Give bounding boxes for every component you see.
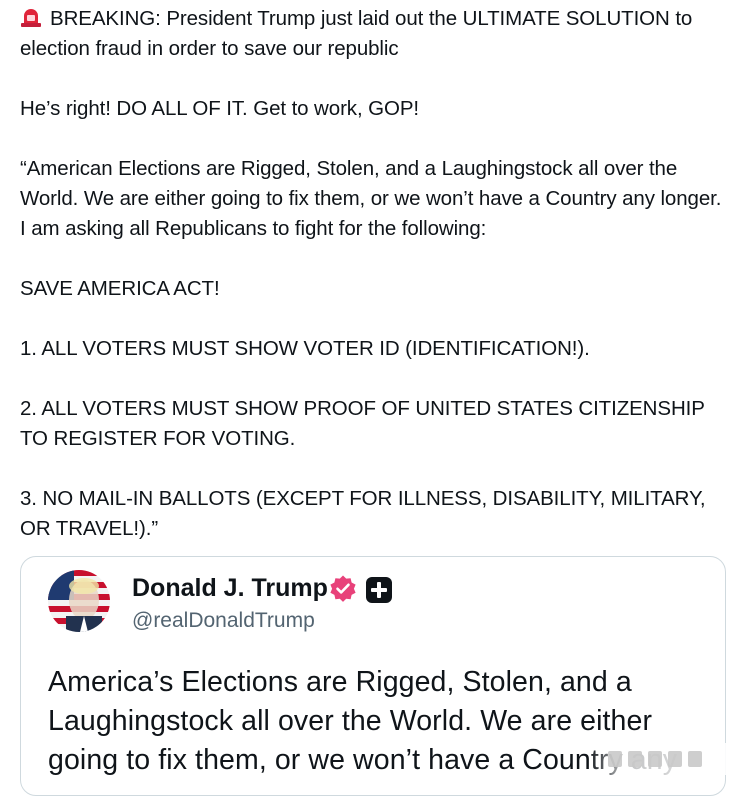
tweet-paragraph-3: SAVE AMERICA ACT! — [20, 277, 220, 300]
tweet-paragraph-6: 3. NO MAIL-IN BALLOTS (EXCEPT FOR ILLNES… — [20, 487, 706, 540]
verified-badge-icon — [328, 574, 358, 604]
author-handle[interactable]: @realDonaldTrump — [132, 608, 315, 634]
tweet-paragraph-1: He’s right! DO ALL OF IT. Get to work, G… — [20, 97, 419, 120]
tweet-headline: BREAKING: President Trump just laid out … — [20, 4, 732, 64]
police-light-icon — [20, 7, 42, 27]
tweet-paragraph-4: 1. ALL VOTERS MUST SHOW VOTER ID (IDENTI… — [20, 337, 590, 360]
watermark-logo — [588, 743, 738, 775]
tweet-paragraph-5: 2. ALL VOTERS MUST SHOW PROOF OF UNITED … — [20, 397, 705, 450]
plus-badge-icon — [365, 576, 393, 604]
tweet-paragraph-2: “American Elections are Rigged, Stolen, … — [20, 157, 722, 240]
tweet-headline-text: BREAKING: President Trump just laid out … — [20, 7, 693, 60]
author-display-name[interactable]: Donald J. Trump — [132, 573, 328, 603]
avatar[interactable] — [48, 570, 110, 632]
tweet-body: BREAKING: President Trump just laid out … — [20, 4, 732, 544]
